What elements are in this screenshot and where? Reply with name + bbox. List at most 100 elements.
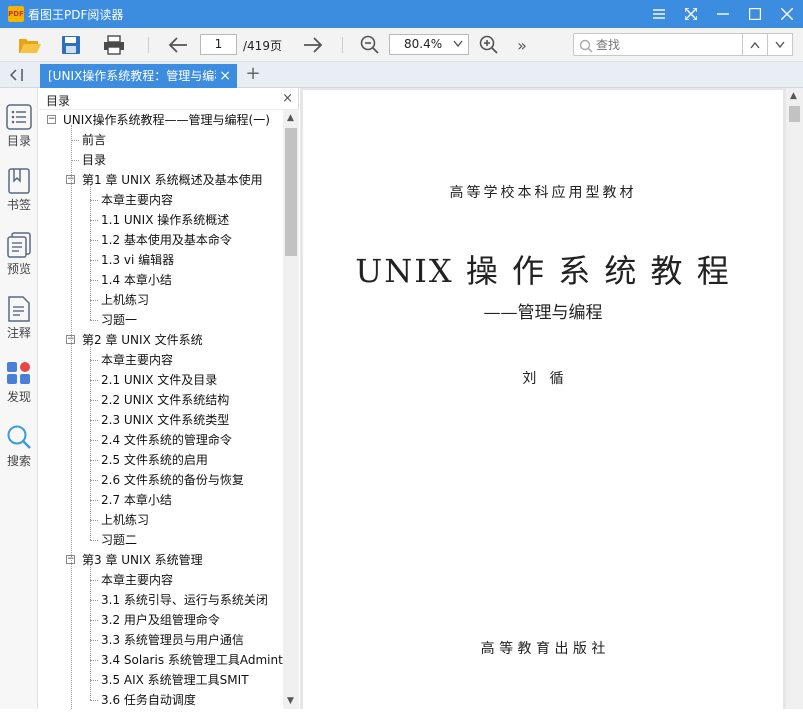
rail-item-notes[interactable]: 注释: [0, 296, 38, 356]
outline-item[interactable]: 3.3 系统管理员与用户通信: [101, 630, 244, 650]
tree-connector: [90, 580, 98, 581]
close-tab-icon[interactable]: ×: [219, 64, 231, 88]
scrollbar-thumb[interactable]: [789, 106, 800, 122]
tree-connector: [71, 140, 79, 141]
outline-item[interactable]: 1.2 基本使用及基本命令: [101, 230, 232, 250]
outline-item[interactable]: 本章主要内容: [101, 570, 173, 590]
outline-tree: − UNIX操作系统教程——管理与编程(一) 前言 目录 − 第1 章 UNIX 系统概述…: [39, 110, 283, 709]
outline-item[interactable]: 3.4 Solaris 系统管理工具Admintool: [101, 650, 283, 670]
rail-item-search[interactable]: 搜索: [0, 424, 38, 484]
rail-label: 目录: [6, 134, 31, 148]
outline-item[interactable]: 上机练习: [101, 510, 149, 530]
scroll-up-icon[interactable]: ▲: [790, 91, 797, 101]
outline-item[interactable]: 本章主要内容: [101, 350, 173, 370]
outline-scrollbar[interactable]: ▲ ▼: [283, 110, 299, 709]
pages-icon: [7, 232, 31, 258]
rail-item-discover[interactable]: 发现: [0, 360, 38, 420]
rail-item-preview[interactable]: 预览: [0, 232, 38, 292]
outline-item[interactable]: 第2 章 UNIX 文件系统: [82, 330, 203, 350]
close-window-icon[interactable]: [771, 0, 803, 28]
outline-item[interactable]: 3.2 用户及组管理命令: [101, 610, 220, 630]
search-next-button[interactable]: [768, 33, 793, 56]
zoom-select[interactable]: 80.4%: [389, 34, 469, 55]
outline-item[interactable]: 1.3 vi 编辑器: [101, 250, 174, 270]
toolbar: 1 /419页 80.4% »: [0, 28, 803, 62]
note-icon: [8, 296, 30, 322]
search-box[interactable]: [573, 33, 743, 56]
outline-item[interactable]: 1.4 本章小结: [101, 270, 172, 290]
print-button[interactable]: [101, 33, 127, 57]
outline-item[interactable]: 2.7 本章小结: [101, 490, 172, 510]
search-icon: [579, 39, 593, 53]
toolbar-divider: [148, 37, 149, 53]
window-controls: [643, 0, 803, 28]
tree-connector: [90, 640, 98, 641]
arrow-right-icon: [304, 37, 323, 53]
rail-item-toc[interactable]: 目录: [0, 104, 38, 164]
bookmark-icon: [8, 168, 30, 194]
outline-item[interactable]: 第3 章 UNIX 系统管理: [82, 550, 203, 570]
side-rail: 目录 书签 预览 注释 发现 搜索: [0, 88, 38, 709]
tree-connector: [90, 200, 98, 201]
outline-item[interactable]: 2.2 UNIX 文件系统结构: [101, 390, 229, 410]
minimize-icon[interactable]: [707, 0, 739, 28]
document-scrollbar[interactable]: ▲: [786, 88, 803, 709]
outline-item[interactable]: 2.5 文件系统的启用: [101, 450, 208, 470]
tree-connector: [90, 700, 98, 701]
zoom-in-button[interactable]: [476, 33, 502, 57]
outline-item[interactable]: 习题一: [101, 310, 137, 330]
close-outline-icon[interactable]: ×: [282, 91, 293, 106]
save-button[interactable]: [58, 33, 84, 57]
outline-item[interactable]: 上机练习: [101, 290, 149, 310]
document-viewport: 高等学校本科应用型教材 UNIX 操 作 系 统 教 程 ——管理与编程 刘 循…: [300, 88, 803, 720]
outline-item[interactable]: 1.1 UNIX 操作系统概述: [101, 210, 229, 230]
outline-item[interactable]: 2.6 文件系统的备份与恢复: [101, 470, 244, 490]
tree-guide: [71, 125, 72, 709]
scrollbar-thumb[interactable]: [285, 128, 297, 256]
page-number-input[interactable]: 1: [200, 34, 237, 55]
zoom-out-button[interactable]: [357, 33, 383, 57]
outline-item[interactable]: 2.4 文件系统的管理命令: [101, 430, 232, 450]
tree-guide: [90, 185, 91, 320]
chevron-down-icon: [775, 41, 785, 48]
new-tab-button[interactable]: +: [244, 65, 262, 84]
maximize-icon[interactable]: [739, 0, 771, 28]
outline-item[interactable]: 3.1 系统引导、运行与系统关闭: [101, 590, 268, 610]
outline-item[interactable]: 目录: [82, 150, 106, 170]
outline-item[interactable]: 2.3 UNIX 文件系统类型: [101, 410, 229, 430]
fullscreen-icon[interactable]: [675, 0, 707, 28]
book-publisher: 高 等 教 育 出 版 社: [480, 641, 606, 657]
collapse-sidebar-button[interactable]: [6, 66, 30, 84]
scroll-down-icon[interactable]: ▼: [287, 696, 294, 706]
tree-connector: [90, 420, 98, 421]
rail-item-bookmarks[interactable]: 书签: [0, 168, 38, 228]
outline-item[interactable]: 3.6 任务自动调度: [101, 690, 196, 709]
search-prev-button[interactable]: [743, 33, 768, 56]
outline-item[interactable]: UNIX操作系统教程——管理与编程(一): [63, 110, 270, 130]
tree-collapse-icon[interactable]: −: [47, 115, 56, 124]
outline-item[interactable]: 2.1 UNIX 文件及目录: [101, 370, 217, 390]
outline-item[interactable]: 前言: [82, 130, 106, 150]
document-tab[interactable]: [UNIX操作系统教程：管理与编程 ×: [40, 64, 237, 88]
open-file-button[interactable]: [17, 33, 43, 57]
tree-connector: [90, 380, 98, 381]
prev-page-button[interactable]: [165, 33, 191, 57]
app-title: 看图王PDF阅读器: [28, 7, 124, 22]
tree-connector: [90, 600, 98, 601]
book-title: UNIX 操 作 系 统 教 程: [355, 252, 731, 290]
tree-connector: [90, 440, 98, 441]
outline-item[interactable]: 习题二: [101, 530, 137, 550]
outline-item[interactable]: 第1 章 UNIX 系统概述及基本使用: [82, 170, 263, 190]
more-tools-button[interactable]: »: [509, 33, 535, 57]
outline-item[interactable]: 3.5 AIX 系统管理工具SMIT: [101, 670, 249, 690]
menu-icon[interactable]: [643, 0, 675, 28]
tree-connector: [90, 480, 98, 481]
scroll-up-icon[interactable]: ▲: [287, 113, 294, 123]
outline-item[interactable]: 本章主要内容: [101, 190, 173, 210]
tree-connector: [90, 540, 98, 541]
print-icon: [104, 35, 124, 55]
next-page-button[interactable]: [300, 33, 326, 57]
search-input[interactable]: [596, 37, 736, 53]
tree-connector: [90, 240, 98, 241]
outline-header: 目录 ×: [39, 88, 299, 110]
